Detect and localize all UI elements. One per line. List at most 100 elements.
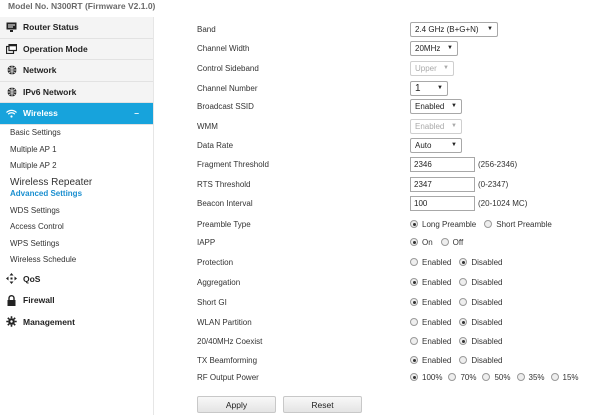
wlan-partition-disabled-radio[interactable]: Disabled — [459, 318, 503, 327]
channel-width-select[interactable]: 20MHz ▼ — [410, 40, 458, 56]
control-sideband-label: Control Sideband — [197, 63, 259, 73]
long-preamble-radio[interactable]: Long Preamble — [410, 220, 476, 229]
short-preamble-radio[interactable]: Short Preamble — [484, 220, 552, 229]
radio-dot — [550, 373, 559, 381]
rf-power-15-radio[interactable]: 15% — [550, 372, 579, 382]
wmm-select[interactable]: Enabled ▼ — [410, 118, 462, 134]
radio-label: Enabled — [422, 257, 452, 267]
radio-label: Enabled — [422, 277, 452, 287]
submenu-access-control[interactable]: Access Control — [10, 219, 153, 236]
radio-label: Disabled — [471, 297, 503, 307]
submenu-wds-settings[interactable]: WDS Settings — [10, 202, 153, 219]
data-rate-select[interactable]: Auto ▼ — [410, 137, 462, 153]
sidebar-item-operation-mode[interactable]: Operation Mode — [0, 38, 153, 60]
globe-icon — [6, 65, 17, 76]
rf-output-power-row: RF Output Power 100% 70% 50% 35% 15% — [197, 369, 597, 385]
sidebar-item-ipv6-network[interactable]: IPv6 Network — [0, 81, 153, 103]
collapse-toggle[interactable]: – — [134, 108, 139, 118]
wlan-partition-row: WLAN Partition Enabled Disabled — [197, 314, 597, 330]
sidebar-item-wireless[interactable]: Wireless – — [0, 103, 153, 125]
data-rate-value: Auto — [415, 140, 432, 150]
sidebar-item-label: Network — [23, 65, 57, 76]
radio-label: Enabled — [422, 317, 452, 327]
radio-dot — [410, 258, 418, 266]
rts-threshold-hint: (0-2347) — [478, 179, 509, 189]
wmm-row: WMM Enabled ▼ — [197, 118, 597, 134]
control-sideband-select[interactable]: Upper ▼ — [410, 60, 454, 76]
submenu-advanced-settings[interactable]: Advanced Settings — [10, 188, 153, 198]
rf-power-70-radio[interactable]: 70% — [448, 373, 476, 382]
submenu-multiple-ap-2[interactable]: Multiple AP 2 — [10, 158, 153, 175]
iapp-off-radio[interactable]: Off — [440, 237, 464, 247]
radio-dot — [440, 238, 449, 246]
tx-beamforming-enabled-radio[interactable]: Enabled — [410, 356, 451, 365]
channel-number-select[interactable]: 1 ▼ — [410, 80, 448, 96]
protection-enabled-radio[interactable]: Enabled — [410, 258, 451, 267]
channel-width-value: 20MHz — [415, 43, 441, 53]
fragment-threshold-input[interactable]: 2346 — [410, 156, 475, 172]
radio-dot — [410, 356, 418, 364]
radio-dot — [484, 220, 493, 228]
data-rate-label: Data Rate — [197, 140, 234, 150]
beacon-interval-input[interactable]: 100 — [410, 195, 475, 211]
radio-label: On — [422, 237, 433, 247]
radio-dot — [410, 238, 418, 246]
protection-disabled-radio[interactable]: Disabled — [459, 258, 503, 267]
radio-dot — [459, 337, 468, 345]
submenu-wireless-schedule[interactable]: Wireless Schedule — [10, 252, 153, 269]
radio-label: 50% — [494, 372, 511, 382]
rf-power-50-radio[interactable]: 50% — [482, 372, 511, 382]
wlan-partition-enabled-radio[interactable]: Enabled — [410, 318, 451, 327]
submenu-wps-settings[interactable]: WPS Settings — [10, 235, 153, 252]
coexist-enabled-radio[interactable]: Enabled — [410, 337, 451, 346]
broadcast-ssid-select[interactable]: Enabled ▼ — [410, 98, 462, 114]
chevron-down-icon: ▼ — [451, 123, 457, 129]
chevron-down-icon: ▼ — [447, 45, 453, 51]
coexist-disabled-radio[interactable]: Disabled — [459, 337, 503, 346]
submenu-basic-settings[interactable]: Basic Settings — [10, 125, 153, 142]
sidebar-item-firewall[interactable]: Firewall — [0, 289, 153, 311]
sidebar-item-router-status[interactable]: Router Status — [0, 17, 153, 39]
aggregation-disabled-radio[interactable]: Disabled — [459, 278, 503, 287]
radio-label: 70% — [460, 372, 477, 382]
sidebar-item-qos[interactable]: QoS — [0, 268, 153, 290]
rf-power-100-radio[interactable]: 100% — [410, 373, 442, 382]
rf-power-35-radio[interactable]: 35% — [516, 372, 545, 382]
apply-button[interactable]: Apply — [197, 396, 276, 413]
radio-dot — [516, 373, 525, 381]
wireless-submenu: Basic Settings Multiple AP 1 Multiple AP… — [0, 125, 153, 269]
reset-button[interactable]: Reset — [283, 396, 362, 413]
coexist-row: 20/40MHz Coexist Enabled Disabled — [197, 333, 597, 349]
qos-icon — [6, 273, 17, 285]
fragment-threshold-hint: (256-2346) — [478, 159, 518, 169]
protection-label: Protection — [197, 257, 234, 267]
gear-icon — [6, 316, 17, 327]
sidebar-item-label: Management — [23, 316, 75, 327]
band-select[interactable]: 2.4 GHz (B+G+N) ▼ — [410, 21, 498, 37]
monitor-icon — [6, 22, 17, 33]
preamble-type-row: Preamble Type Long Preamble Short Preamb… — [197, 216, 597, 232]
radio-dot — [482, 373, 491, 381]
radio-dot — [459, 258, 468, 266]
radio-dot — [459, 356, 468, 364]
lock-icon — [6, 294, 17, 306]
radio-label: 15% — [562, 372, 579, 382]
radio-label: Enabled — [422, 297, 452, 307]
tx-beamforming-disabled-radio[interactable]: Disabled — [459, 356, 503, 365]
submenu-wireless-repeater[interactable]: Wireless Repeater — [10, 177, 153, 188]
tx-beamforming-label: TX Beamforming — [197, 355, 258, 365]
radio-label: 35% — [528, 372, 545, 382]
channel-number-value: 1 — [415, 82, 421, 94]
rts-threshold-input[interactable]: 2347 — [410, 176, 475, 192]
iapp-on-radio[interactable]: On — [410, 238, 433, 247]
wmm-label: WMM — [197, 121, 218, 131]
radio-label: Off — [452, 237, 464, 247]
short-gi-disabled-radio[interactable]: Disabled — [459, 297, 503, 307]
submenu-multiple-ap-1[interactable]: Multiple AP 1 — [10, 141, 153, 158]
fragment-threshold-label: Fragment Threshold — [197, 159, 269, 169]
short-gi-enabled-radio[interactable]: Enabled — [410, 298, 451, 307]
radio-dot — [410, 220, 418, 228]
sidebar-item-management[interactable]: Management — [0, 311, 153, 333]
aggregation-enabled-radio[interactable]: Enabled — [410, 278, 451, 287]
sidebar-item-network[interactable]: Network — [0, 60, 153, 82]
